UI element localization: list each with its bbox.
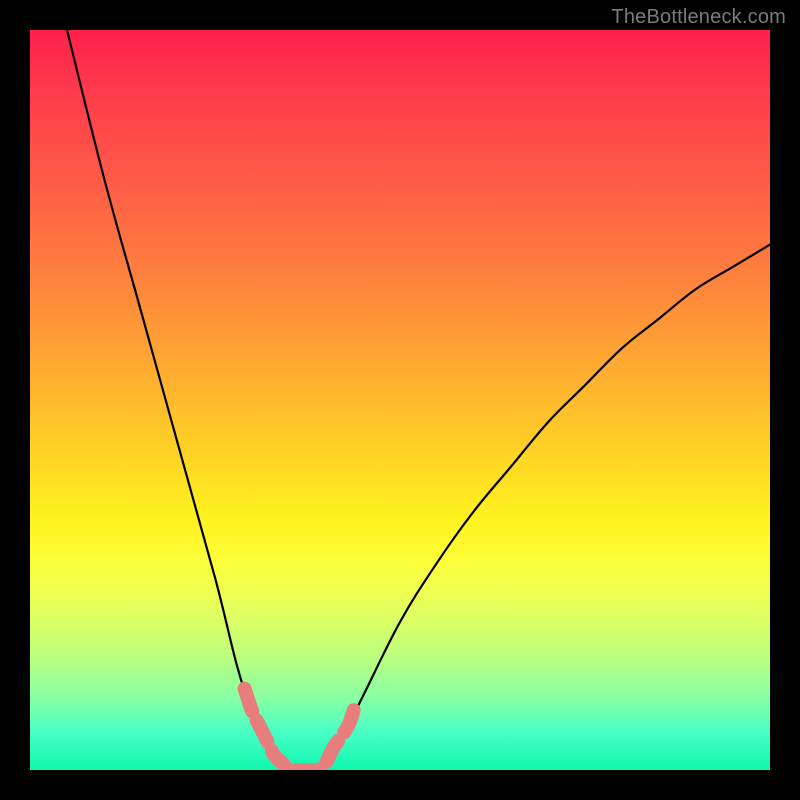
bottleneck-curve [67, 30, 770, 770]
watermark-text: TheBottleneck.com [611, 6, 786, 29]
highlight-band [245, 689, 356, 770]
chart-canvas: TheBottleneck.com [0, 0, 800, 800]
curve-layer [30, 30, 770, 770]
plot-area [30, 30, 770, 770]
